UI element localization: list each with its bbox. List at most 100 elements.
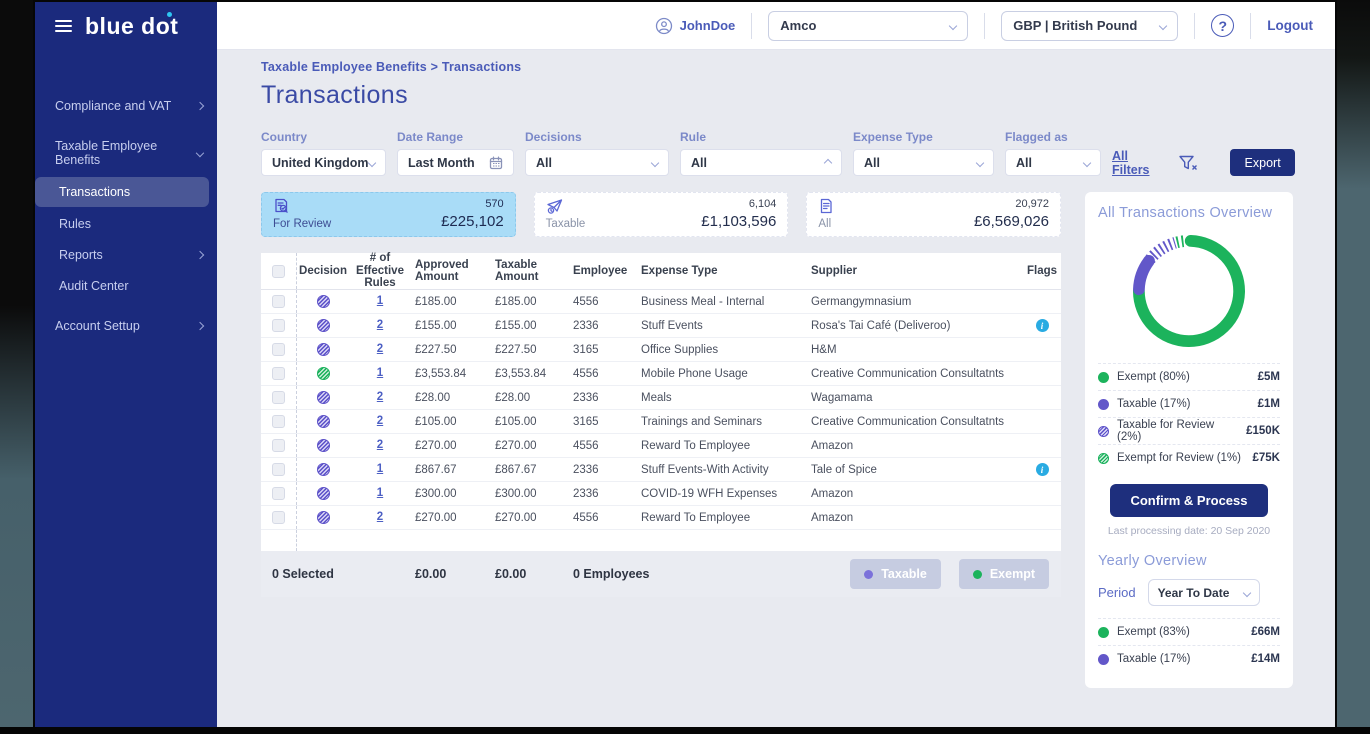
sidebar: blue dot Compliance and VAT Taxable Empl… xyxy=(35,2,217,727)
sidebar-item-account-setup[interactable]: Account Settup xyxy=(35,312,217,340)
sidebar-nav: Compliance and VAT Taxable Employee Bene… xyxy=(35,92,217,343)
donut-taxable-review-segment xyxy=(1150,243,1175,260)
chevron-down-icon xyxy=(1083,158,1091,166)
sidebar-item-reports[interactable]: Reports xyxy=(35,241,217,269)
date-range-select[interactable]: Last Month xyxy=(397,149,514,176)
legend-amount: £150K xyxy=(1246,425,1280,437)
chevron-up-icon xyxy=(824,158,832,166)
decisions-select[interactable]: All xyxy=(525,149,669,176)
overview-panel: All Transactions Overview Exempt ( xyxy=(1085,192,1293,688)
document-icon xyxy=(818,198,834,215)
rule-value: All xyxy=(691,156,707,170)
sidebar-item-compliance-and-vat[interactable]: Compliance and VAT xyxy=(35,92,217,120)
effective-rules-link[interactable]: 1 xyxy=(377,487,383,499)
flagged-as-select[interactable]: All xyxy=(1005,149,1101,176)
employee-cell: 4556 xyxy=(569,368,637,380)
mark-exempt-label: Exempt xyxy=(990,567,1035,581)
sidebar-item-audit-center[interactable]: Audit Center xyxy=(35,272,217,300)
expense-type-value: All xyxy=(864,156,880,170)
row-checkbox[interactable] xyxy=(272,463,285,476)
row-checkbox[interactable] xyxy=(272,295,285,308)
export-button[interactable]: Export xyxy=(1230,149,1295,176)
expense-type-cell: Stuff Events xyxy=(637,320,807,332)
logout-button[interactable]: Logout xyxy=(1267,18,1313,33)
taxable-amount-cell: £185.00 xyxy=(491,296,569,308)
flags-cell xyxy=(1023,319,1061,332)
card-count: 6,104 xyxy=(749,198,777,210)
effective-rules-link[interactable]: 2 xyxy=(377,439,383,451)
breadcrumb-parent[interactable]: Taxable Employee Benefits xyxy=(261,60,427,74)
effective-rules-link[interactable]: 2 xyxy=(377,343,383,355)
document-review-icon xyxy=(273,198,290,215)
row-checkbox[interactable] xyxy=(272,367,285,380)
supplier-cell: Germangymnasium xyxy=(807,296,1023,308)
header-flags: Flags xyxy=(1023,265,1061,277)
currency-select[interactable]: GBP | British Pound xyxy=(1001,11,1178,41)
card-amount: £6,569,026 xyxy=(974,213,1049,230)
company-select[interactable]: Amco xyxy=(768,11,968,41)
row-checkbox[interactable] xyxy=(272,487,285,500)
card-all[interactable]: All 20,972 £6,569,026 xyxy=(806,192,1061,237)
user-menu[interactable]: JohnDoe xyxy=(655,17,736,35)
sidebar-item-taxable-employee-benefits[interactable]: Taxable Employee Benefits xyxy=(35,132,217,174)
row-checkbox[interactable] xyxy=(272,439,285,452)
effective-rules-link[interactable]: 2 xyxy=(377,319,383,331)
card-taxable[interactable]: Taxable 6,104 £1,103,596 xyxy=(534,192,789,237)
sidebar-item-rules[interactable]: Rules xyxy=(35,210,217,238)
mark-exempt-button[interactable]: Exempt xyxy=(959,559,1049,589)
effective-rules-link[interactable]: 2 xyxy=(377,511,383,523)
effective-rules-link[interactable]: 2 xyxy=(377,391,383,403)
table-row: 2 £28.00 £28.00 2336 Meals Wagamama xyxy=(261,386,1061,410)
breadcrumb[interactable]: Taxable Employee Benefits > Transactions xyxy=(261,60,1295,74)
row-checkbox[interactable] xyxy=(272,415,285,428)
expense-type-cell: Reward To Employee xyxy=(637,512,807,524)
info-flag-icon[interactable] xyxy=(1036,463,1049,476)
effective-rules-link[interactable]: 2 xyxy=(377,415,383,427)
mark-taxable-button[interactable]: Taxable xyxy=(850,559,941,589)
decision-taxable-icon xyxy=(317,391,330,404)
expense-type-select[interactable]: All xyxy=(853,149,994,176)
topbar: JohnDoe Amco GBP | British Pound ? Logou… xyxy=(217,2,1335,50)
calendar-icon xyxy=(489,156,503,170)
decision-taxable-icon xyxy=(317,439,330,452)
filter-label: Decisions xyxy=(525,130,669,144)
effective-rules-link[interactable]: 1 xyxy=(377,367,383,379)
rule-select[interactable]: All xyxy=(680,149,842,176)
table-row: 1 £185.00 £185.00 4556 Business Meal - I… xyxy=(261,290,1061,314)
donut-taxable-segment xyxy=(1139,261,1149,289)
hamburger-menu-icon[interactable] xyxy=(55,20,72,32)
help-button[interactable]: ? xyxy=(1211,14,1234,37)
effective-rules-link[interactable]: 1 xyxy=(377,295,383,307)
select-all-checkbox[interactable] xyxy=(272,265,285,278)
table-row: 1 £867.67 £867.67 2336 Stuff Events-With… xyxy=(261,458,1061,482)
decision-taxable-icon xyxy=(317,463,330,476)
country-select[interactable]: United Kingdom xyxy=(261,149,386,176)
user-name: JohnDoe xyxy=(680,18,736,33)
effective-rules-link[interactable]: 1 xyxy=(377,463,383,475)
clear-filters-icon[interactable] xyxy=(1178,154,1200,172)
row-checkbox[interactable] xyxy=(272,511,285,524)
row-checkbox[interactable] xyxy=(272,319,285,332)
sidebar-item-transactions[interactable]: Transactions xyxy=(35,177,209,207)
info-flag-icon[interactable] xyxy=(1036,319,1049,332)
breadcrumb-current: Transactions xyxy=(442,60,522,74)
logo-row: blue dot xyxy=(35,2,217,50)
all-filters-link[interactable]: All Filters xyxy=(1112,149,1166,177)
transactions-donut-chart xyxy=(1098,227,1280,355)
card-for-review[interactable]: For Review 570 £225,102 xyxy=(261,192,516,237)
approved-amount-cell: £3,553.84 xyxy=(411,368,491,380)
approved-amount-cell: £155.00 xyxy=(411,320,491,332)
supplier-cell: Amazon xyxy=(807,488,1023,500)
employee-cell: 3165 xyxy=(569,344,637,356)
date-range-value: Last Month xyxy=(408,156,475,170)
company-select-value: Amco xyxy=(780,18,816,33)
period-select[interactable]: Year To Date xyxy=(1148,579,1260,606)
table-row: 1 £300.00 £300.00 2336 COVID-19 WFH Expe… xyxy=(261,482,1061,506)
row-checkbox[interactable] xyxy=(272,343,285,356)
confirm-process-button[interactable]: Confirm & Process xyxy=(1110,484,1268,517)
chevron-down-icon xyxy=(1159,21,1167,29)
hatched-purple-icon xyxy=(1098,426,1109,437)
header-supplier: Supplier xyxy=(807,265,1023,277)
row-checkbox[interactable] xyxy=(272,391,285,404)
mark-taxable-label: Taxable xyxy=(881,567,927,581)
